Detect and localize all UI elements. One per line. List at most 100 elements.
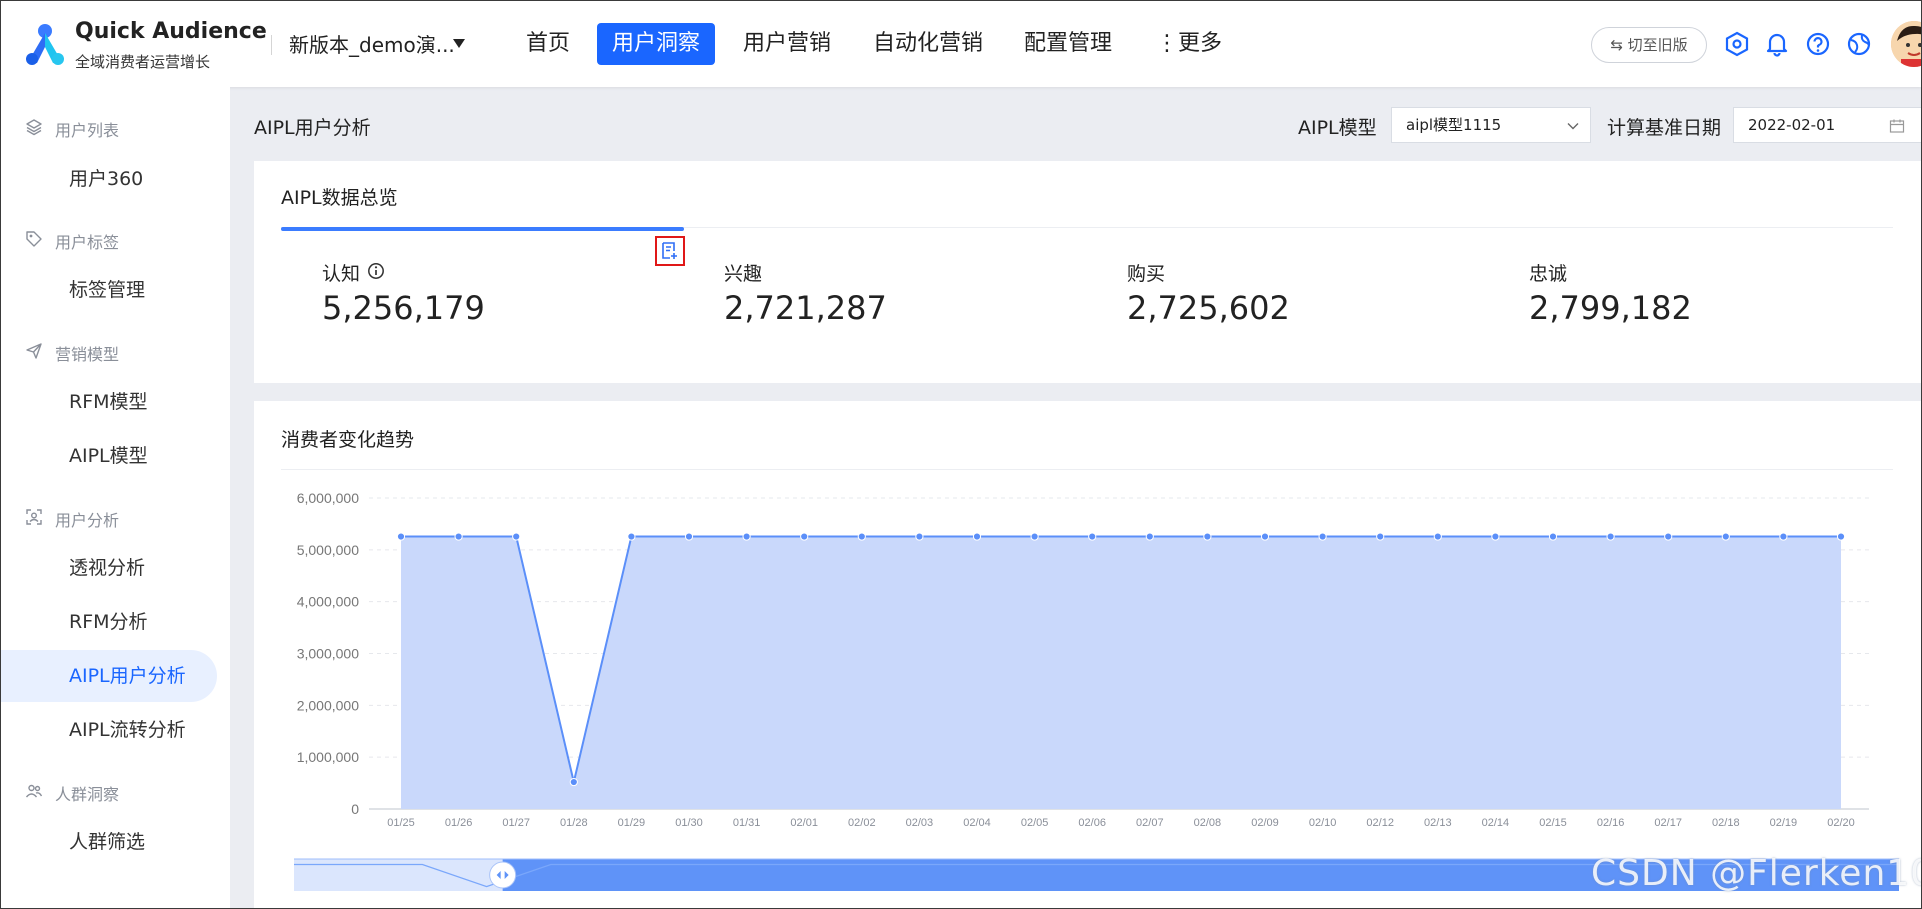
sidebar-item-pivot-analysis[interactable]: 透视分析 (1, 542, 217, 594)
x-tick-label: 02/02 (848, 817, 876, 829)
data-point (396, 532, 406, 541)
workspace-selector[interactable]: 新版本_demo演... (289, 29, 455, 58)
data-point (1030, 532, 1039, 541)
consumer-trend-card: 消费者变化趋势 0 1,000,000 2,000,000 3,000,000 4,00… (254, 401, 1921, 908)
user-scan-icon (26, 509, 42, 525)
x-tick-label: 02/18 (1712, 817, 1740, 829)
data-point (1721, 532, 1730, 541)
nav-more[interactable]: ⋮更多 (1141, 23, 1237, 65)
x-tick-label: 02/04 (963, 817, 991, 829)
data-point (972, 532, 982, 541)
y-tick-label: 4,000,000 (297, 594, 359, 610)
aipl-overview-card: AIPL数据总览 认知 5,256,179 兴趣 2,721,287 购买 2,… (254, 161, 1921, 383)
data-point (1318, 532, 1327, 541)
x-tick-label: 02/07 (1136, 817, 1164, 829)
data-point (1260, 532, 1270, 541)
globe-icon[interactable] (1846, 31, 1872, 57)
data-point (1779, 532, 1788, 541)
y-tick-label: 6,000,000 (297, 490, 359, 506)
nav-automation-marketing[interactable]: 自动化营销 (858, 23, 998, 65)
people-icon (25, 784, 43, 798)
tab-active-indicator (281, 227, 684, 231)
x-tick-label: 02/06 (1078, 817, 1106, 829)
data-point (1548, 532, 1558, 541)
x-tick-label: 01/25 (387, 817, 415, 829)
caret-down-icon[interactable] (453, 39, 465, 48)
sidebar-group-label: 用户列表 (55, 121, 120, 140)
date-picker[interactable]: 2022-02-01 (1733, 107, 1921, 143)
sidebar-item-aipl-user-analysis[interactable]: AIPL用户分析 (1, 650, 217, 702)
send-icon (26, 343, 42, 359)
stat-purchase-label: 购买 (1127, 263, 1166, 285)
x-tick-label: 02/09 (1251, 817, 1279, 829)
y-tick-label: 2,000,000 (297, 697, 359, 713)
sidebar-item-crowd-filter[interactable]: 人群筛选 (1, 816, 217, 868)
calendar-icon (1889, 119, 1905, 133)
x-tick-label: 01/28 (560, 817, 588, 829)
sidebar-item-aipl-flow-analysis[interactable]: AIPL流转分析 (1, 704, 217, 756)
x-tick-label: 01/31 (733, 817, 761, 829)
x-tick-label: 02/14 (1482, 817, 1510, 829)
bell-icon[interactable] (1764, 31, 1790, 57)
stat-loyalty-label: 忠诚 (1529, 263, 1568, 285)
sidebar-item-user360[interactable]: 用户360 (1, 153, 217, 205)
stat-purchase-value: 2,725,602 (1127, 289, 1290, 327)
model-select-value: aipl模型1115 (1406, 116, 1502, 134)
stat-interest-label: 兴趣 (724, 263, 763, 285)
data-point (915, 532, 924, 541)
sidebar-group-label: 人群洞察 (55, 785, 120, 804)
x-tick-label: 02/13 (1424, 817, 1452, 829)
brand-subtitle: 全域消费者运营增长 (75, 53, 211, 71)
sidebar-group-label: 营销模型 (55, 345, 120, 364)
note-add-icon (662, 242, 677, 259)
avatar[interactable] (1891, 21, 1921, 67)
x-tick-label: 02/08 (1194, 817, 1222, 829)
x-tick-label: 01/26 (445, 817, 473, 829)
help-icon[interactable] (1805, 31, 1831, 57)
nav-user-marketing[interactable]: 用户营销 (728, 23, 846, 65)
header-divider (271, 35, 272, 55)
data-point (800, 532, 809, 541)
sidebar-item-tag-management[interactable]: 标签管理 (1, 264, 217, 316)
stat-awareness-label: 认知 (322, 263, 361, 285)
x-tick-label: 01/30 (675, 817, 703, 829)
app-window: Quick Audience 全域消费者运营增长 新版本_demo演... 首页… (0, 0, 1922, 909)
date-picker-value: 2022-02-01 (1748, 116, 1836, 134)
x-tick-label: 01/29 (618, 817, 646, 829)
stat-loyalty-value: 2,799,182 (1529, 289, 1692, 327)
sidebar-item-rfm-model[interactable]: RFM模型 (1, 376, 217, 428)
note-add-button[interactable] (655, 236, 685, 266)
chevron-down-icon (1567, 123, 1579, 130)
model-label: AIPL模型 (1298, 117, 1377, 139)
overview-tab[interactable]: AIPL数据总览 (281, 183, 398, 210)
nav-user-insight[interactable]: 用户洞察 (597, 23, 716, 65)
info-icon[interactable] (367, 262, 385, 280)
y-tick-label: 3,000,000 (297, 646, 359, 662)
date-label: 计算基准日期 (1607, 117, 1722, 139)
sidebar-group-label: 用户分析 (55, 511, 120, 530)
data-point (684, 532, 694, 541)
data-point (1145, 532, 1154, 541)
x-tick-label: 02/19 (1770, 817, 1798, 829)
data-point (1606, 532, 1615, 541)
y-tick-label: 1,000,000 (297, 749, 359, 765)
zoom-handle[interactable] (489, 861, 517, 889)
data-point (1433, 532, 1442, 541)
hexagon-settings-icon[interactable] (1724, 31, 1750, 57)
data-point (742, 532, 751, 541)
nav-home[interactable]: 首页 (511, 23, 585, 65)
trend-area-chart: 0 1,000,000 2,000,000 3,000,000 4,000,000 5,0… (294, 490, 1899, 891)
x-tick-label: 02/12 (1366, 817, 1394, 829)
x-tick-label: 02/03 (906, 817, 934, 829)
data-point (1664, 532, 1673, 541)
sidebar-item-rfm-analysis[interactable]: RFM分析 (1, 596, 217, 648)
quick-audience-logo-icon (26, 24, 64, 65)
sidebar-item-aipl-model[interactable]: AIPL模型 (1, 430, 217, 482)
data-point (627, 532, 636, 541)
nav-config-management[interactable]: 配置管理 (1009, 23, 1127, 65)
switch-old-version-button[interactable]: ⇆ 切至旧版 (1591, 27, 1707, 63)
model-select[interactable]: aipl模型1115 (1391, 107, 1591, 143)
brand-title: Quick Audience (75, 19, 267, 44)
top-navbar: Quick Audience 全域消费者运营增长 新版本_demo演... 首页… (1, 1, 1921, 87)
data-point (569, 777, 578, 787)
